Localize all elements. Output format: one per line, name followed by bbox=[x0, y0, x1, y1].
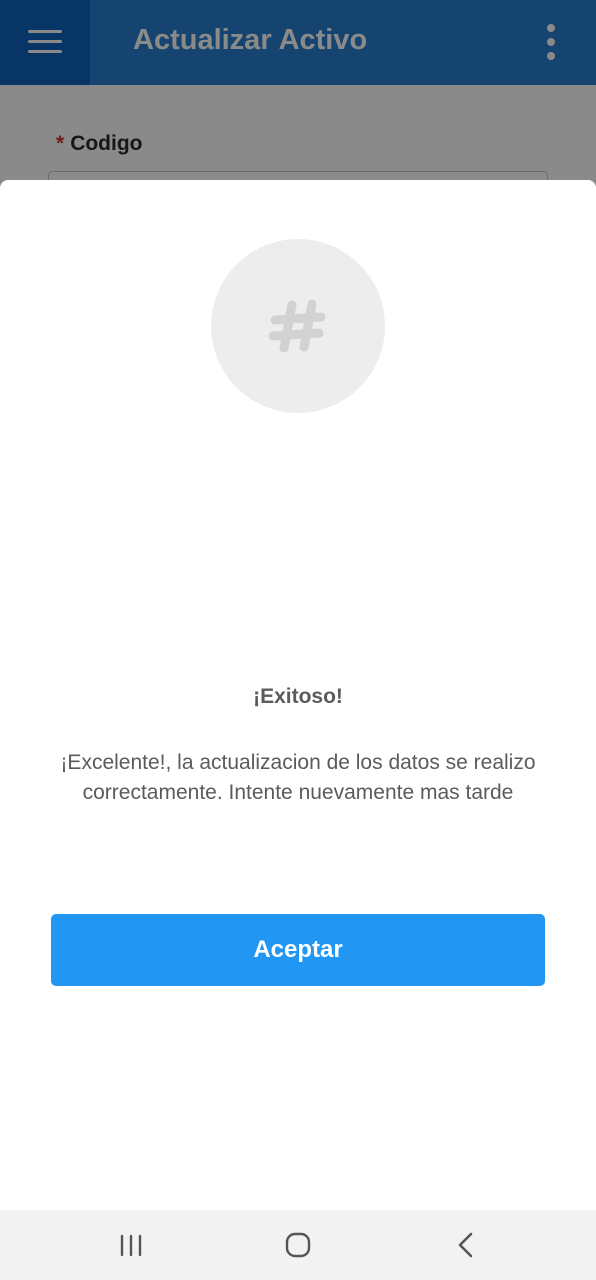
success-dialog: ¡Exitoso! ¡Excelente!, la actualizacion … bbox=[0, 180, 596, 1210]
dialog-message: ¡Excelente!, la actualizacion de los dat… bbox=[60, 751, 536, 804]
system-nav-bar bbox=[0, 1210, 596, 1280]
screen: Actualizar Activo * Codigo ¡Exitoso! ¡Ex… bbox=[0, 0, 596, 1280]
dialog-title: ¡Exitoso! bbox=[253, 685, 343, 708]
back-icon[interactable] bbox=[445, 1228, 485, 1262]
accept-button[interactable]: Aceptar bbox=[51, 914, 545, 986]
recents-icon[interactable] bbox=[111, 1228, 151, 1262]
hashtag-icon bbox=[268, 299, 326, 353]
home-icon[interactable] bbox=[278, 1228, 318, 1262]
dialog-icon-circle bbox=[211, 239, 385, 413]
